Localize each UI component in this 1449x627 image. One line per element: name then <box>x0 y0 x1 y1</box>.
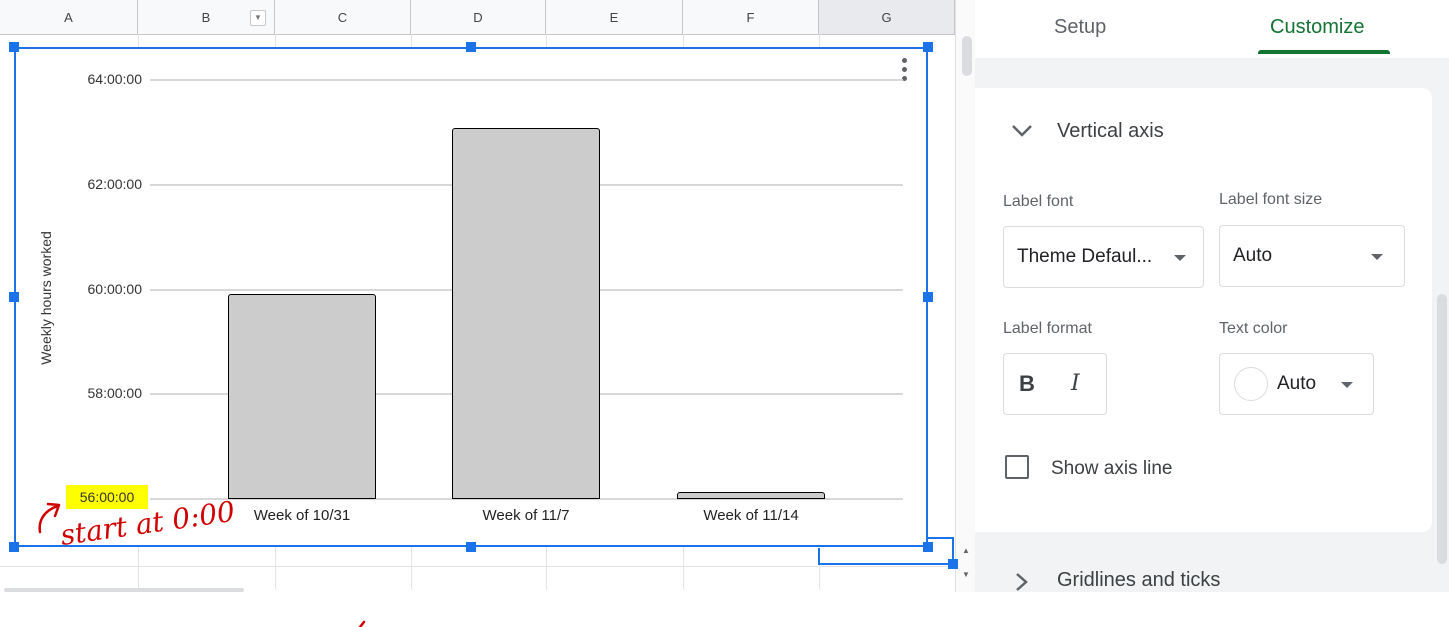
label-font-size-dropdown[interactable]: Auto <box>1219 225 1405 287</box>
label-format-label: Label format <box>1003 320 1092 337</box>
text-color-value: Auto <box>1277 373 1317 394</box>
stray-mark <box>358 620 366 627</box>
cell-anchor-outline <box>818 537 958 569</box>
tab-customize[interactable]: Customize <box>1270 16 1364 39</box>
editor-tabs: Setup Customize <box>975 0 1449 58</box>
label-font-value: Theme Defaul... <box>1017 246 1153 267</box>
dropdown-caret-icon <box>1341 382 1353 388</box>
section-title-vertical-axis[interactable]: Vertical axis <box>1057 120 1164 143</box>
label-font-size-label: Label font size <box>1219 191 1323 208</box>
panel-scrollbar[interactable] <box>1437 294 1447 564</box>
tab-setup[interactable]: Setup <box>1054 16 1106 39</box>
italic-button[interactable]: I <box>1071 371 1080 396</box>
chevron-down-icon[interactable] <box>1011 124 1033 138</box>
bold-button[interactable]: B <box>1019 371 1035 397</box>
label-font-dropdown[interactable]: Theme Defaul... <box>1003 226 1204 288</box>
show-axis-line-checkbox[interactable] <box>1005 455 1029 479</box>
vertical-axis-card <box>975 88 1432 532</box>
text-color-label: Text color <box>1219 320 1288 337</box>
show-axis-line-label[interactable]: Show axis line <box>1051 458 1172 480</box>
dropdown-caret-icon <box>1371 254 1383 260</box>
color-swatch-icon <box>1234 367 1268 401</box>
label-format-buttons: B I <box>1003 353 1107 415</box>
active-tab-indicator <box>1258 50 1390 54</box>
section-title-gridlines[interactable]: Gridlines and ticks <box>1057 569 1220 592</box>
label-font-size-value: Auto <box>1233 245 1273 266</box>
text-color-dropdown[interactable]: Auto <box>1219 353 1374 415</box>
chart-editor-panel: Setup Customize Vertical axis Label font… <box>975 0 1449 592</box>
label-font-label: Label font <box>1003 193 1074 210</box>
dropdown-caret-icon <box>1174 255 1186 261</box>
chevron-right-icon[interactable] <box>1015 572 1029 592</box>
